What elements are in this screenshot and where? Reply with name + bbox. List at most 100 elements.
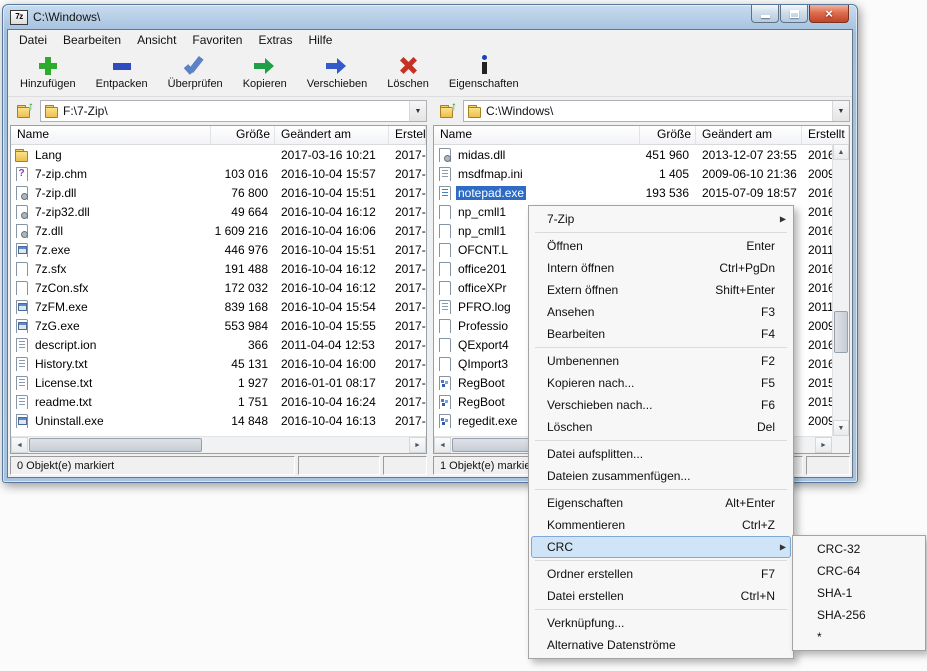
file-row[interactable]: Lang2017-03-16 10:212017-0 <box>11 145 426 164</box>
file-row[interactable]: 7zG.exe553 9842016-10-04 15:552017-0 <box>11 316 426 335</box>
crc-submenu-item-sha-256[interactable]: SHA-256 <box>795 604 923 626</box>
file-name: office201 <box>456 262 509 276</box>
move-button[interactable]: Verschieben <box>299 52 376 90</box>
scroll-right-button[interactable]: ► <box>409 437 426 453</box>
context-menu-item-verknüpfung[interactable]: Verknüpfung... <box>531 612 791 634</box>
add-button[interactable]: Hinzufügen <box>12 52 84 90</box>
close-button[interactable]: × <box>809 5 849 23</box>
properties-button[interactable]: Eigenschaften <box>441 52 527 90</box>
scroll-right-button[interactable]: ► <box>815 437 832 453</box>
ini-icon <box>437 167 452 181</box>
crc-submenu-item-*[interactable]: * <box>795 626 923 648</box>
context-menu-item-alternative-datenströme[interactable]: Alternative Datenströme <box>531 634 791 656</box>
file-size: 49 664 <box>211 205 275 219</box>
context-menu-item-dateien-zusammenfügen[interactable]: Dateien zusammenfügen... <box>531 465 791 487</box>
context-menu-item-kopieren-nach[interactable]: Kopieren nach...F5 <box>531 372 791 394</box>
context-menu-item-löschen[interactable]: LöschenDel <box>531 416 791 438</box>
title-bar[interactable]: 7z C:\Windows\ × <box>7 5 853 29</box>
left-path-combo[interactable]: F:\7-Zip\ ▼ <box>40 100 427 122</box>
column-header-größe[interactable]: Größe <box>211 126 275 144</box>
column-header-erstellt[interactable]: Erstellt <box>802 126 849 144</box>
file-modified: 2011-04-04 12:53 <box>275 338 389 352</box>
scroll-thumb[interactable] <box>834 311 848 353</box>
scroll-left-button[interactable]: ◄ <box>434 437 451 453</box>
file-row[interactable]: 7zCon.sfx172 0322016-10-04 16:122017-0 <box>11 278 426 297</box>
scroll-down-button[interactable]: ▼ <box>833 420 849 436</box>
scroll-thumb[interactable] <box>29 438 202 452</box>
context-menu-item-umbenennen[interactable]: UmbenennenF2 <box>531 350 791 372</box>
delete-button[interactable]: Löschen <box>379 52 437 90</box>
context-menu-item-verschieben-nach[interactable]: Verschieben nach...F6 <box>531 394 791 416</box>
context-menu-item-bearbeiten[interactable]: BearbeitenF4 <box>531 323 791 345</box>
file-size: 553 984 <box>211 319 275 333</box>
context-menu-item-datei-erstellen[interactable]: Datei erstellenCtrl+N <box>531 585 791 607</box>
file-row[interactable]: midas.dll451 9602013-12-07 23:552016-0 <box>434 145 832 164</box>
file-row[interactable]: msdfmap.ini1 4052009-06-10 21:362009-0 <box>434 164 832 183</box>
menu-favoriten[interactable]: Favoriten <box>184 31 250 49</box>
scroll-left-button[interactable]: ◄ <box>11 437 28 453</box>
dropdown-arrow-icon[interactable]: ▼ <box>832 101 849 121</box>
file-row[interactable]: History.txt45 1312016-10-04 16:002017-0 <box>11 354 426 373</box>
file-row[interactable]: 7-zip32.dll49 6642016-10-04 16:122017-0 <box>11 202 426 221</box>
file-row[interactable]: readme.txt1 7512016-10-04 16:242017-0 <box>11 392 426 411</box>
crc-submenu-item-crc-64[interactable]: CRC-64 <box>795 560 923 582</box>
left-status-bar: 0 Objekt(e) markiert <box>10 456 427 475</box>
file-row[interactable]: 7z.dll1 609 2162016-10-04 16:062017-0 <box>11 221 426 240</box>
context-menu-item-öffnen[interactable]: ÖffnenEnter <box>531 235 791 257</box>
file-name-cell: 7zFM.exe <box>11 300 211 314</box>
file-row[interactable]: Uninstall.exe14 8482016-10-04 16:132017-… <box>11 411 426 430</box>
file-row[interactable]: descript.ion3662011-04-04 12:532017-0 <box>11 335 426 354</box>
maximize-button[interactable] <box>780 5 808 23</box>
file-row[interactable]: License.txt1 9272016-01-01 08:172017-0 <box>11 373 426 392</box>
scroll-track[interactable] <box>833 160 849 420</box>
minimize-button[interactable] <box>751 5 779 23</box>
right-vertical-scrollbar[interactable]: ▲ ▼ <box>832 144 849 436</box>
context-menu-item-intern-öffnen[interactable]: Intern öffnenCtrl+PgDn <box>531 257 791 279</box>
context-menu-item-eigenschaften[interactable]: EigenschaftenAlt+Enter <box>531 492 791 514</box>
file-created: 2017-0 <box>389 167 426 181</box>
column-header-erstellt[interactable]: Erstellt <box>389 126 426 144</box>
context-menu-item-crc[interactable]: CRC▶ <box>531 536 791 558</box>
menu-shortcut: Del <box>745 420 775 434</box>
context-menu-item-datei-aufsplitten[interactable]: Datei aufsplitten... <box>531 443 791 465</box>
test-button[interactable]: Überprüfen <box>160 52 231 90</box>
context-menu-item-ordner-erstellen[interactable]: Ordner erstellenF7 <box>531 563 791 585</box>
left-horizontal-scrollbar[interactable]: ◄ ► <box>11 436 426 453</box>
context-menu-item-kommentieren[interactable]: KommentierenCtrl+Z <box>531 514 791 536</box>
dropdown-arrow-icon[interactable]: ▼ <box>409 101 426 121</box>
scroll-up-button[interactable]: ▲ <box>833 144 849 160</box>
column-header-geändert-am[interactable]: Geändert am <box>696 126 802 144</box>
context-menu-item-7-zip[interactable]: 7-Zip▶ <box>531 208 791 230</box>
file-modified: 2016-10-04 16:00 <box>275 357 389 371</box>
column-header-größe[interactable]: Größe <box>640 126 696 144</box>
crc-submenu-item-sha-1[interactable]: SHA-1 <box>795 582 923 604</box>
left-parent-folder-button[interactable]: ↑ <box>10 100 36 122</box>
context-menu-item-ansehen[interactable]: AnsehenF3 <box>531 301 791 323</box>
menu-hilfe[interactable]: Hilfe <box>300 31 340 49</box>
file-row[interactable]: 7zFM.exe839 1682016-10-04 15:542017-0 <box>11 297 426 316</box>
context-menu-item-extern-öffnen[interactable]: Extern öffnenShift+Enter <box>531 279 791 301</box>
file-row[interactable]: 7z.sfx191 4882016-10-04 16:122017-0 <box>11 259 426 278</box>
menu-ansicht[interactable]: Ansicht <box>129 31 184 49</box>
file-row[interactable]: 7-zip.chm103 0162016-10-04 15:572017-0 <box>11 164 426 183</box>
copy-button[interactable]: Kopieren <box>235 52 295 90</box>
file-row[interactable]: 7-zip.dll76 8002016-10-04 15:512017-0 <box>11 183 426 202</box>
file-modified: 2016-10-04 16:12 <box>275 205 389 219</box>
crc-submenu-item-crc-32[interactable]: CRC-32 <box>795 538 923 560</box>
menu-datei[interactable]: Datei <box>11 31 55 49</box>
file-size: 1 405 <box>640 167 696 181</box>
file-row[interactable]: 7z.exe446 9762016-10-04 15:512017-0 <box>11 240 426 259</box>
extract-button[interactable]: Entpacken <box>88 52 156 90</box>
column-header-name[interactable]: Name <box>434 126 640 144</box>
right-parent-folder-button[interactable]: ↑ <box>433 100 459 122</box>
file-name: 7z.dll <box>33 224 65 238</box>
right-path-combo[interactable]: C:\Windows\ ▼ <box>463 100 850 122</box>
column-header-geändert-am[interactable]: Geändert am <box>275 126 389 144</box>
file-row[interactable]: notepad.exe193 5362015-07-09 18:572016-0 <box>434 183 832 202</box>
file-name-cell: 7-zip32.dll <box>11 205 211 219</box>
exe-icon <box>14 319 29 333</box>
column-header-name[interactable]: Name <box>11 126 211 144</box>
scroll-track[interactable] <box>28 437 409 453</box>
menu-extras[interactable]: Extras <box>250 31 300 49</box>
menu-bearbeiten[interactable]: Bearbeiten <box>55 31 129 49</box>
